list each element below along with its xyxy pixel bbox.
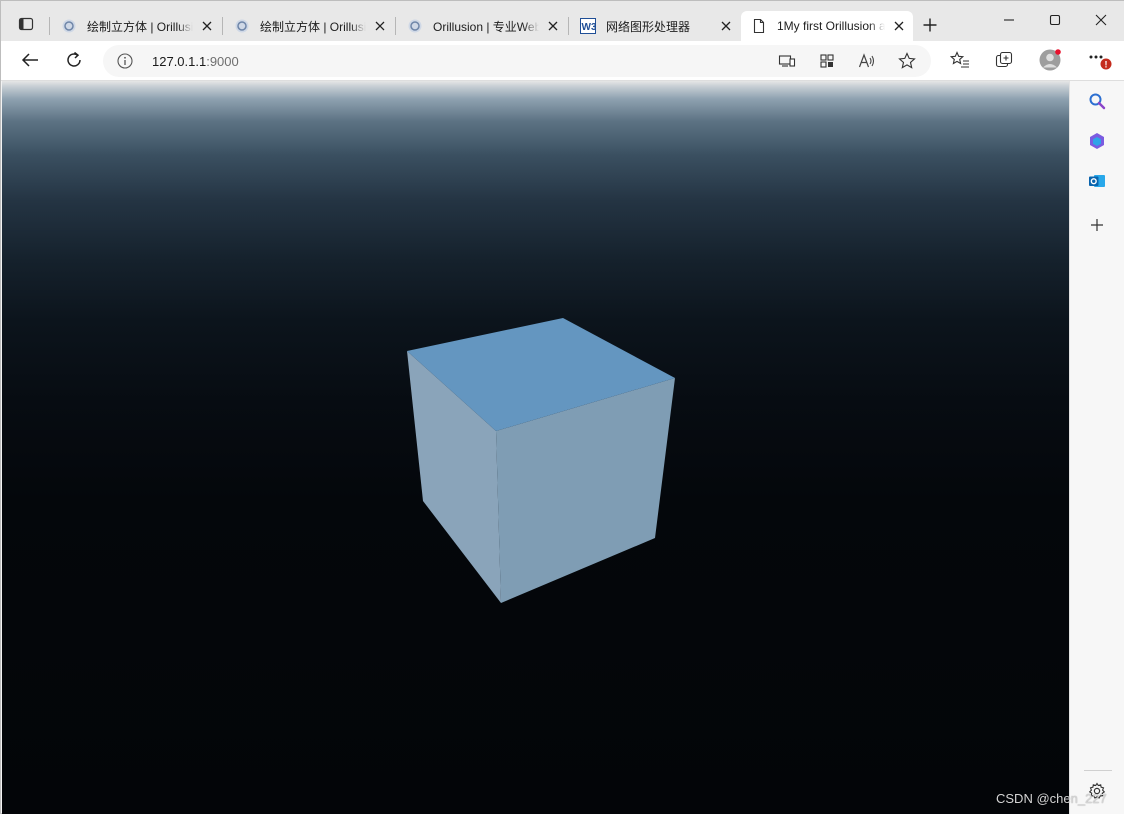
url-text[interactable]: 127.0.1.1:9000 bbox=[152, 54, 239, 69]
settings-more-button[interactable]: ! bbox=[1085, 47, 1115, 75]
tab-separator bbox=[222, 17, 223, 35]
plus-icon bbox=[923, 18, 937, 35]
extensions-grid-icon[interactable] bbox=[815, 51, 839, 71]
tab-title: 1My first Orillusion app bbox=[777, 19, 885, 33]
minimize-icon bbox=[1003, 14, 1015, 29]
maximize-icon bbox=[1049, 14, 1061, 29]
info-icon[interactable] bbox=[117, 53, 133, 69]
tab-2[interactable]: 绘制立方体 | Orillusion bbox=[224, 11, 394, 41]
browser-toolbar: 127.0.1.1:9000 ! bbox=[1, 41, 1124, 81]
sidebar-add-button[interactable] bbox=[1083, 212, 1111, 240]
edge-sidebar bbox=[1069, 81, 1124, 814]
orillusion-icon bbox=[407, 18, 423, 34]
sidebar-divider bbox=[1084, 770, 1112, 771]
orillusion-icon bbox=[234, 18, 250, 34]
sidebar-outlook-button[interactable] bbox=[1083, 168, 1111, 196]
page-icon bbox=[751, 18, 767, 34]
refresh-button[interactable] bbox=[59, 47, 89, 75]
tab-title: Orillusion | 专业Web3D引擎 bbox=[433, 19, 539, 34]
cube-scene bbox=[407, 318, 675, 603]
tab-actions-button[interactable] bbox=[11, 11, 41, 39]
watermark: CSDN @chen_227 bbox=[996, 791, 1107, 806]
favorite-star-icon[interactable] bbox=[895, 51, 919, 71]
office-icon bbox=[1088, 132, 1106, 153]
url-port: :9000 bbox=[206, 54, 239, 69]
read-aloud-icon[interactable] bbox=[855, 51, 879, 71]
tab-actions-icon bbox=[18, 16, 34, 35]
tab-1[interactable]: 绘制立方体 | Orillusion bbox=[51, 11, 221, 41]
favorites-button[interactable] bbox=[945, 47, 975, 75]
sidebar-search-button[interactable] bbox=[1083, 88, 1111, 116]
tab-title: 绘制立方体 | Orillusion bbox=[87, 19, 193, 34]
close-icon[interactable] bbox=[545, 18, 561, 34]
minimize-button[interactable] bbox=[986, 7, 1032, 35]
tab-separator bbox=[395, 17, 396, 35]
close-icon[interactable] bbox=[372, 18, 388, 34]
close-icon[interactable] bbox=[891, 18, 907, 34]
collections-button[interactable] bbox=[989, 47, 1019, 75]
tab-title: 网络图形处理器 bbox=[606, 19, 691, 34]
notification-badge: ! bbox=[1105, 59, 1108, 69]
orillusion-icon bbox=[61, 18, 77, 34]
address-bar[interactable]: 127.0.1.1:9000 bbox=[103, 45, 931, 77]
outlook-icon bbox=[1088, 172, 1106, 193]
close-icon[interactable] bbox=[199, 18, 215, 34]
close-icon bbox=[1095, 14, 1107, 29]
back-arrow-icon bbox=[21, 52, 39, 71]
url-host: 127.0.1.1 bbox=[152, 54, 207, 69]
maximize-button[interactable] bbox=[1032, 7, 1078, 35]
tab-title: 绘制立方体 | Orillusion bbox=[260, 19, 366, 34]
plus-icon bbox=[1090, 218, 1104, 235]
close-window-button[interactable] bbox=[1078, 7, 1124, 35]
tab-strip: 绘制立方体 | Orillusion 绘制立方体 | Orillusion Or… bbox=[1, 1, 1124, 41]
back-button[interactable] bbox=[15, 47, 45, 75]
sidebar-office-button[interactable] bbox=[1083, 128, 1111, 156]
close-icon[interactable] bbox=[718, 18, 734, 34]
app-available-icon[interactable] bbox=[775, 51, 799, 71]
tab-separator bbox=[568, 17, 569, 35]
tab-4[interactable]: W3 网络图形处理器 bbox=[570, 11, 740, 41]
tab-3[interactable]: Orillusion | 专业Web3D引擎 bbox=[397, 11, 567, 41]
svg-text:W3: W3 bbox=[582, 22, 597, 33]
favorites-list-icon bbox=[949, 50, 970, 72]
more-dots-icon: ! bbox=[1087, 48, 1113, 75]
tab-5-active[interactable]: 1My first Orillusion app bbox=[741, 11, 913, 41]
tab-separator bbox=[49, 17, 50, 35]
search-icon bbox=[1088, 92, 1106, 113]
avatar bbox=[1039, 48, 1061, 74]
webgpu-canvas[interactable] bbox=[2, 81, 1069, 814]
browser-window: 绘制立方体 | Orillusion 绘制立方体 | Orillusion Or… bbox=[0, 0, 1124, 814]
collections-icon bbox=[995, 51, 1013, 72]
new-tab-button[interactable] bbox=[917, 13, 943, 39]
refresh-icon bbox=[65, 51, 83, 72]
profile-button[interactable] bbox=[1035, 47, 1065, 75]
w3-icon: W3 bbox=[580, 18, 596, 34]
